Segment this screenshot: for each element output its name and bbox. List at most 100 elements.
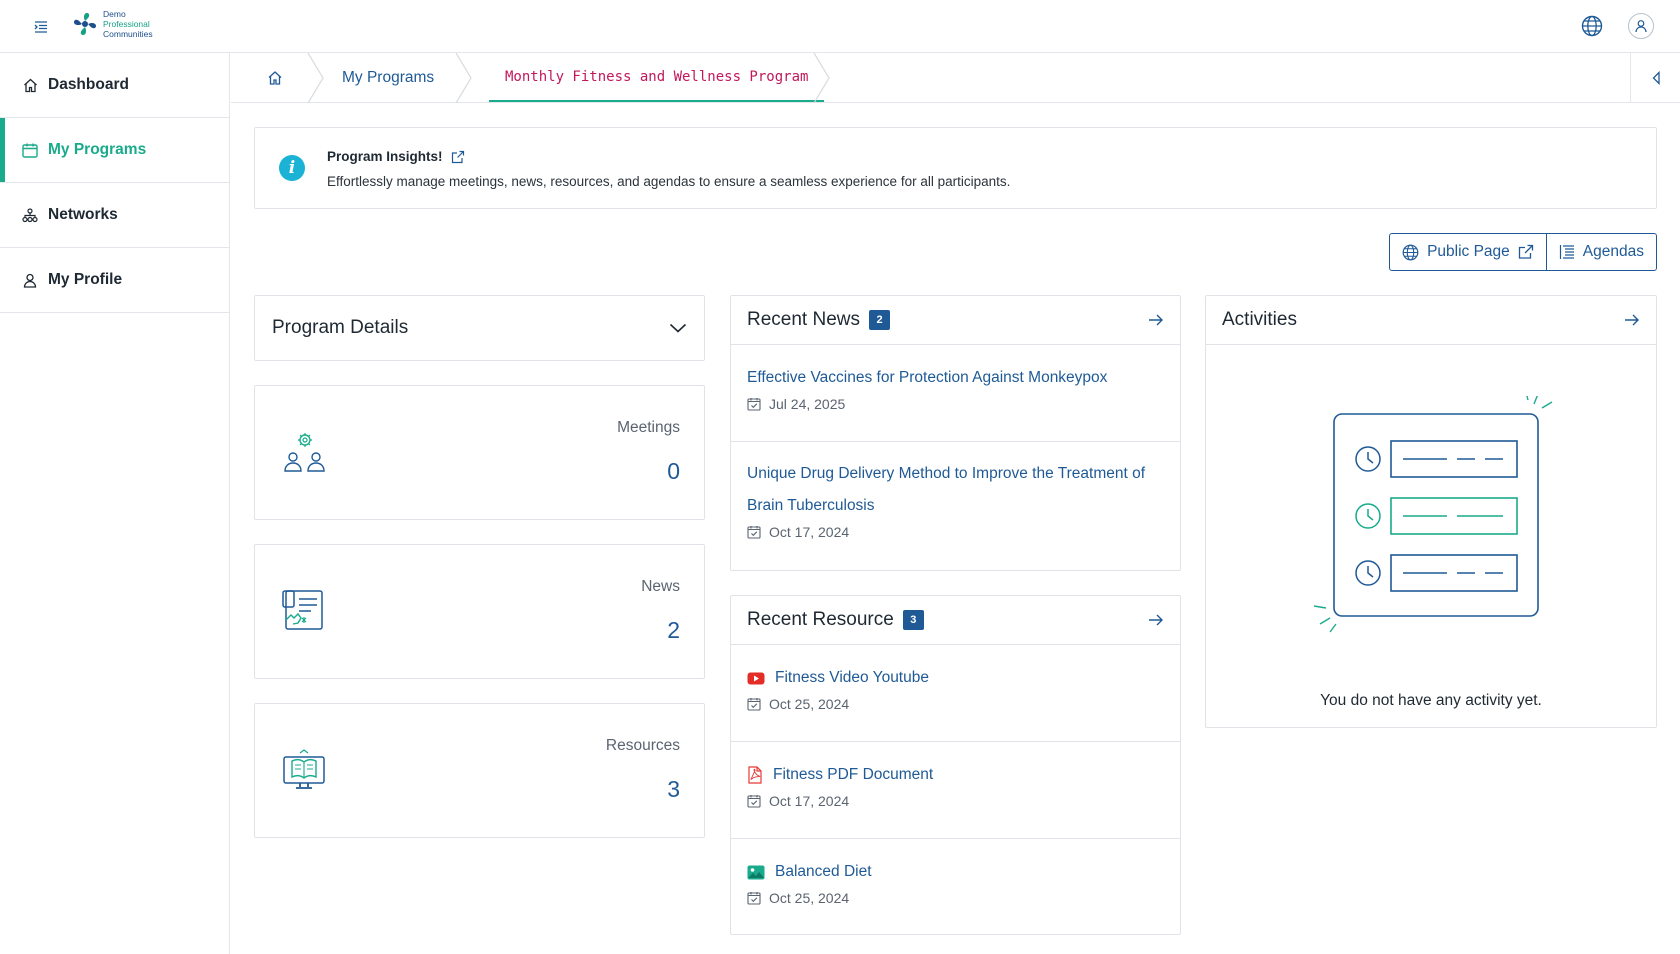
news-item-title-line2: Brain Tuberculosis: [747, 497, 875, 514]
calendar-check-icon: [747, 795, 761, 808]
sidebar-item-my-programs[interactable]: My Programs: [0, 118, 229, 183]
sidebar-item-label: My Profile: [48, 271, 123, 288]
recent-news-header: Recent News 2: [731, 296, 1180, 345]
news-item-title[interactable]: Effective Vaccines for Protection Agains…: [747, 362, 1164, 394]
sidebar-item-my-profile[interactable]: My Profile: [0, 248, 229, 313]
user-icon: [1635, 20, 1647, 33]
breadcrumb: My Programs Monthly Fitness and Wellness…: [231, 53, 1680, 103]
network-icon: [22, 207, 38, 223]
recent-resource-title: Recent Resource: [747, 609, 894, 630]
meetings-icon: [282, 431, 328, 477]
news-item[interactable]: Effective Vaccines for Protection Agains…: [731, 345, 1180, 442]
pdf-icon: [748, 766, 762, 784]
activities-header: Activities: [1206, 296, 1656, 345]
calendar-check-icon: [747, 398, 761, 411]
news-item-title[interactable]: Unique Drug Delivery Method to Improve t…: [747, 458, 1164, 522]
resource-item-date: Oct 17, 2024: [747, 793, 1164, 809]
collapse-panel-button[interactable]: [1630, 53, 1680, 103]
program-details-title: Program Details: [272, 317, 409, 338]
news-item-date: Jul 24, 2025: [747, 396, 1164, 412]
home-icon: [22, 77, 38, 93]
resource-item-title[interactable]: Balanced Diet: [747, 856, 1164, 888]
calendar-check-icon: [747, 892, 761, 905]
empty-activity-illustration: [1313, 396, 1553, 633]
resource-item-date-text: Oct 25, 2024: [769, 696, 850, 712]
breadcrumb-current-program[interactable]: Monthly Fitness and Wellness Program: [489, 53, 825, 102]
logo[interactable]: Demo Professional Communities: [70, 9, 153, 39]
breadcrumb-separator: [307, 53, 324, 103]
globe-icon[interactable]: [1578, 12, 1606, 40]
globe-icon: [1402, 244, 1419, 260]
action-buttons: Public Page Agendas: [1389, 233, 1657, 271]
user-avatar[interactable]: [1628, 13, 1654, 39]
external-link-icon[interactable]: [451, 150, 465, 164]
meetings-stat-card[interactable]: Meetings 0: [254, 385, 705, 520]
resource-item-date-text: Oct 17, 2024: [769, 793, 850, 809]
news-item-date-text: Oct 17, 2024: [769, 524, 850, 540]
breadcrumb-separator: [813, 53, 830, 103]
logo-line1: Demo: [103, 9, 126, 19]
breadcrumb-home[interactable]: [267, 53, 283, 103]
resource-item-date: Oct 25, 2024: [747, 890, 1164, 906]
recent-news-title: Recent News: [747, 309, 860, 330]
insight-title: Program Insights!: [327, 149, 465, 164]
resource-item[interactable]: Fitness PDF Document Oct 17, 2024: [731, 742, 1180, 839]
arrow-right-icon[interactable]: [1148, 614, 1164, 626]
news-item-title-line1: Unique Drug Delivery Method to Improve t…: [747, 465, 1146, 482]
sidebar-item-label: Networks: [48, 206, 118, 223]
calendar-check-icon: [747, 698, 761, 711]
resource-item-title-text: Balanced Diet: [775, 863, 872, 880]
public-page-label: Public Page: [1427, 243, 1510, 260]
sidebar-item-dashboard[interactable]: Dashboard: [0, 53, 229, 118]
meetings-label: Meetings: [617, 419, 680, 436]
breadcrumb-my-programs[interactable]: My Programs: [342, 53, 434, 103]
agenda-list-icon: [1559, 245, 1574, 259]
activities-title: Activities: [1222, 309, 1297, 330]
insight-title-text: Program Insights!: [327, 149, 443, 164]
news-item[interactable]: Unique Drug Delivery Method to Improve t…: [731, 442, 1180, 570]
logo-mark-icon: [73, 12, 97, 36]
recent-resource-card: Recent Resource 3 Fitness Video Youtube …: [730, 595, 1181, 935]
resource-item-date: Oct 25, 2024: [747, 696, 1164, 712]
news-count: 2: [667, 617, 680, 643]
meetings-count: 0: [667, 458, 680, 484]
agendas-label: Agendas: [1582, 243, 1644, 260]
resource-item[interactable]: Fitness Video Youtube Oct 25, 2024: [731, 645, 1180, 742]
youtube-icon: [747, 672, 765, 684]
news-item-date: Oct 17, 2024: [747, 524, 1164, 540]
news-icon: [282, 590, 324, 636]
news-item-date-text: Jul 24, 2025: [769, 396, 846, 412]
breadcrumb-separator: [455, 53, 472, 103]
insight-description: Effortlessly manage meetings, news, reso…: [327, 174, 1011, 189]
arrow-right-icon[interactable]: [1624, 314, 1640, 326]
external-link-icon: [1518, 244, 1533, 259]
logo-text: Demo Professional Communities: [103, 9, 153, 39]
resources-count: 3: [667, 776, 680, 802]
agendas-button[interactable]: Agendas: [1545, 234, 1656, 270]
home-icon: [268, 71, 282, 85]
recent-news-count-badge: 2: [869, 310, 890, 330]
calendar-icon: [22, 142, 38, 158]
sidebar-item-networks[interactable]: Networks: [0, 183, 229, 248]
news-stat-card[interactable]: News 2: [254, 544, 705, 679]
sidebar-item-label: Dashboard: [48, 76, 129, 93]
resource-item-title-text: Fitness Video Youtube: [775, 669, 929, 686]
resource-item[interactable]: Balanced Diet Oct 25, 2024: [731, 839, 1180, 934]
recent-resource-header: Recent Resource 3: [731, 596, 1180, 645]
resource-item-title[interactable]: Fitness Video Youtube: [747, 662, 1164, 694]
activities-empty-message: You do not have any activity yet.: [1320, 692, 1542, 709]
resource-item-date-text: Oct 25, 2024: [769, 890, 850, 906]
public-page-button[interactable]: Public Page: [1390, 234, 1546, 270]
logo-line3: Communities: [103, 29, 153, 39]
info-icon: i: [279, 155, 305, 181]
recent-resource-count-badge: 3: [902, 610, 924, 630]
news-label: News: [641, 578, 680, 595]
caret-left-icon: [1652, 71, 1660, 85]
resources-icon: [282, 749, 326, 795]
resources-stat-card[interactable]: Resources 3: [254, 703, 705, 838]
menu-toggle-icon[interactable]: [30, 16, 52, 38]
resource-item-title[interactable]: Fitness PDF Document: [747, 759, 1164, 791]
program-details-accordion[interactable]: Program Details: [254, 295, 705, 361]
arrow-right-icon[interactable]: [1148, 314, 1164, 326]
sidebar-item-label: My Programs: [48, 141, 147, 158]
